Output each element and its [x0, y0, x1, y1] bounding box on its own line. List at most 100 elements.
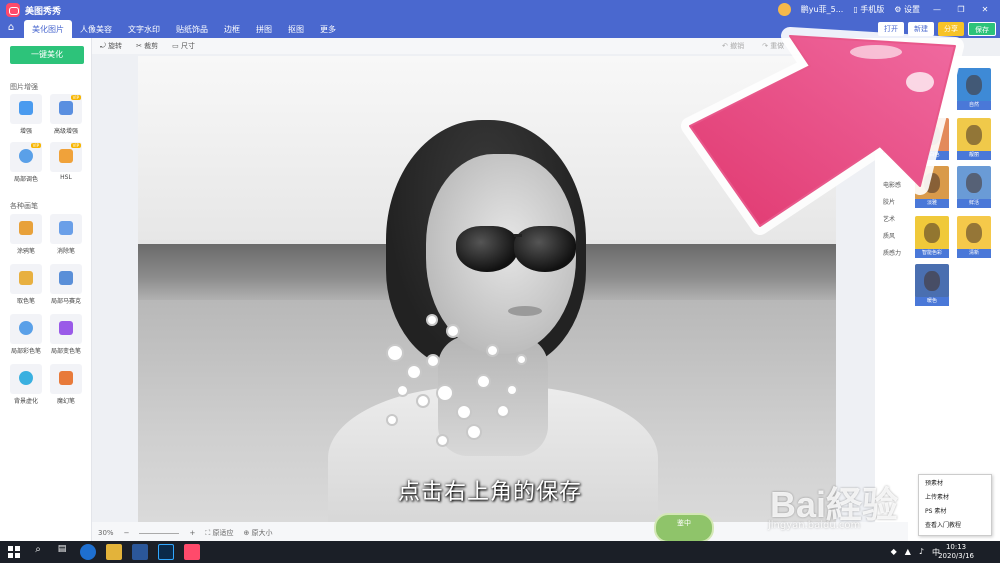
sunglasses-lens-right — [514, 226, 576, 272]
edge-browser-icon[interactable] — [80, 544, 96, 560]
taskbar-clock[interactable]: 10:13 2020/3/16 — [938, 543, 974, 561]
tab-text-watermark[interactable]: 文字水印 — [120, 20, 168, 38]
word-icon[interactable] — [132, 544, 148, 560]
badge-text: 鉴中 — [677, 519, 691, 527]
rotate-button[interactable]: ⤾ 旋转 — [100, 41, 122, 51]
tool-label: 取色笔 — [16, 298, 35, 305]
hsl-icon — [59, 149, 73, 163]
clock-date: 2020/3/16 — [938, 552, 974, 560]
file-explorer-icon[interactable] — [106, 544, 122, 560]
pointer-arrow-icon — [681, 27, 964, 235]
main-tabs: 美化图片 人像美容 文字水印 贴纸饰品 边框 拼图 抠图 更多 — [24, 20, 344, 38]
minimize-icon[interactable]: — — [930, 5, 944, 14]
zoom-in-button[interactable]: + — [189, 529, 195, 537]
tool-local-mosaic[interactable]: 局部马赛克 — [50, 264, 82, 305]
watermark-url: jingyan.baidu.com — [768, 520, 861, 531]
title-bar: 美图秀秀 鹏yu菲_5... ▯ 手机版 ⚙ 设置 — ❐ ✕ — [0, 0, 1000, 20]
daisy-flower — [478, 376, 489, 387]
save-button[interactable]: 保存 — [968, 22, 996, 36]
tab-beautify[interactable]: 美化图片 — [24, 20, 72, 38]
daisy-flower — [458, 406, 470, 418]
close-icon[interactable]: ✕ — [978, 5, 992, 14]
eraser-icon — [59, 221, 73, 235]
recolor-brush-icon — [59, 321, 73, 335]
tool-hsl[interactable]: VIP HSL — [50, 142, 82, 182]
tab-portrait[interactable]: 人像美容 — [72, 20, 120, 38]
tab-collage[interactable]: 拼图 — [248, 20, 280, 38]
filter-thumb-warm[interactable]: 暖色 — [915, 264, 949, 306]
actual-size-button[interactable]: ⊕ 原大小 — [243, 528, 272, 538]
filter-label: 暖色 — [915, 297, 949, 306]
daisy-flower — [388, 416, 396, 424]
resize-button[interactable]: ▭ 尺寸 — [172, 41, 195, 51]
vip-badge: VIP — [70, 95, 81, 100]
volume-icon[interactable]: ♪ — [919, 547, 924, 558]
photo-subject-lips — [508, 306, 542, 316]
floating-badge[interactable]: 鉴中 — [654, 513, 714, 543]
tool-local-color-brush[interactable]: 局部彩色笔 — [10, 314, 42, 355]
tool-label: 消除笔 — [56, 248, 75, 255]
shield-icon[interactable]: ◆ — [891, 547, 897, 558]
maximize-icon[interactable]: ❐ — [954, 5, 968, 14]
blur-icon — [19, 371, 33, 385]
color-brush-icon — [19, 321, 33, 335]
tool-background-blur[interactable]: 背景虚化 — [10, 364, 42, 405]
tool-label: 局部彩色笔 — [10, 348, 41, 355]
tool-eraser-brush[interactable]: 消除笔 — [50, 214, 82, 255]
one-click-beautify-button[interactable]: 一键美化 — [10, 46, 84, 64]
crop-button[interactable]: ✂ 裁剪 — [136, 41, 158, 51]
section-title-brushes: 各种画笔 — [10, 202, 38, 210]
daisy-flower — [438, 386, 452, 400]
zoom-out-button[interactable]: − — [124, 529, 130, 537]
daisy-flower — [398, 386, 407, 395]
task-view-icon[interactable]: ▤ — [54, 544, 70, 560]
daisy-flower — [438, 436, 447, 445]
tool-local-recolor-brush[interactable]: 局部变色笔 — [50, 314, 82, 355]
filter-preview — [915, 264, 949, 298]
start-icon[interactable] — [8, 546, 20, 558]
tool-advanced-enhance[interactable]: VIP 高级增强 — [50, 94, 82, 135]
tab-more[interactable]: 更多 — [312, 20, 344, 38]
network-icon[interactable]: ▲ — [905, 547, 911, 558]
tool-local-color[interactable]: VIP 局部调色 — [10, 142, 42, 183]
crop-label: 裁剪 — [144, 42, 159, 50]
home-icon[interactable]: ⌂ — [4, 22, 18, 36]
vip-badge: VIP — [30, 143, 41, 148]
daisy-flower — [448, 326, 458, 336]
photoshop-icon[interactable] — [158, 544, 174, 560]
clock-time: 10:13 — [945, 543, 967, 551]
zoom-slider[interactable] — [139, 532, 180, 534]
video-subtitle: 点击右上角的保存 — [398, 480, 583, 505]
magic-brush-icon — [59, 371, 73, 385]
section-title-enhance: 图片增强 — [10, 83, 38, 91]
daisy-flower — [408, 366, 420, 378]
meitu-taskbar-icon[interactable] — [184, 544, 200, 560]
daisy-flower — [488, 346, 497, 355]
tool-magic-brush[interactable]: 魔幻笔 — [50, 364, 82, 405]
daisy-flower — [518, 356, 525, 363]
actual-size-label: 原大小 — [251, 529, 273, 537]
tool-enhance[interactable]: 增强 — [10, 94, 42, 135]
user-avatar[interactable] — [777, 3, 791, 16]
tab-stickers[interactable]: 贴纸饰品 — [168, 20, 216, 38]
tab-cutout[interactable]: 抠图 — [280, 20, 312, 38]
tool-color-picker[interactable]: 取色笔 — [10, 264, 42, 305]
resize-label: 尺寸 — [181, 42, 195, 50]
fit-label: 原适应 — [212, 529, 234, 537]
tool-label: 局部变色笔 — [50, 348, 81, 355]
settings-button[interactable]: ⚙ 设置 — [894, 4, 920, 15]
local-color-icon — [19, 149, 33, 163]
tab-frame[interactable]: 边框 — [216, 20, 248, 38]
user-name[interactable]: 鹏yu菲_5... — [801, 4, 844, 15]
phone-version-label: 手机版 — [860, 5, 885, 14]
sunglasses-lens-left — [456, 226, 518, 272]
search-icon[interactable]: ⌕ — [30, 544, 46, 560]
settings-label: 设置 — [904, 5, 920, 14]
daisy-flower — [388, 346, 402, 360]
app-title: 美图秀秀 — [25, 7, 62, 17]
daisy-flower — [498, 406, 508, 416]
mosaic-icon — [59, 271, 73, 285]
phone-version-link[interactable]: ▯ 手机版 — [853, 4, 884, 15]
tool-doodle-brush[interactable]: 涂鸦笔 — [10, 214, 42, 255]
fit-button[interactable]: ⛶ 原适应 — [205, 528, 233, 538]
